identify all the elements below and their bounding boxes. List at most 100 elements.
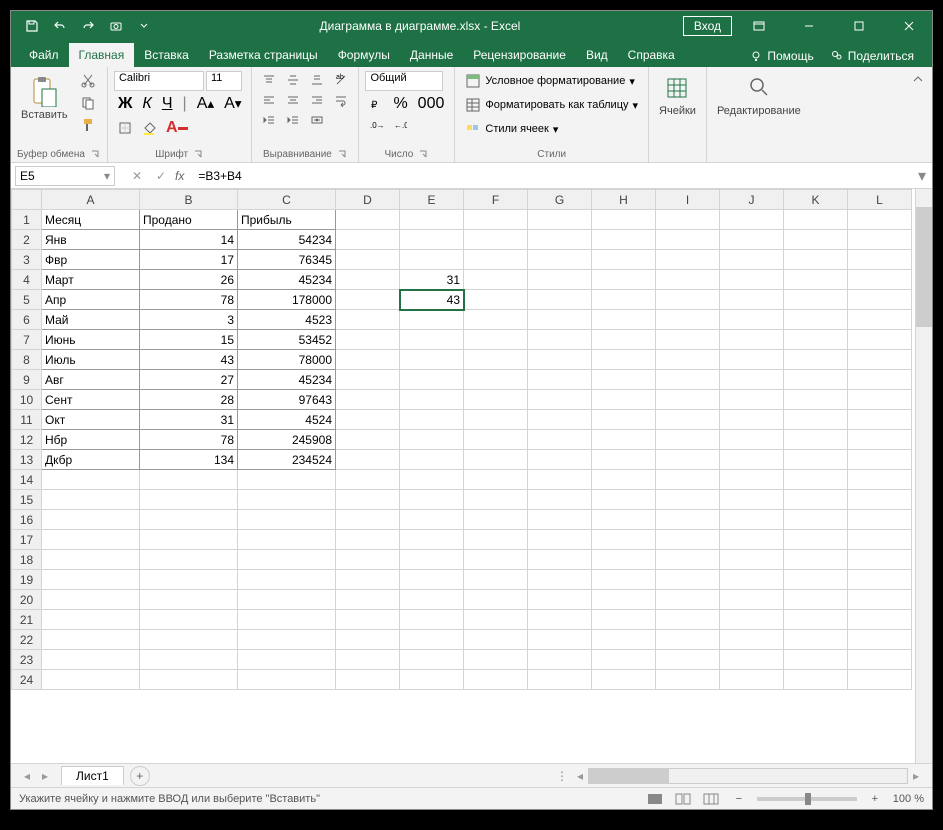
cell[interactable] [848,550,912,570]
cell[interactable] [720,570,784,590]
format-painter-button[interactable] [76,115,100,135]
row-header[interactable]: 2 [12,230,42,250]
cell[interactable] [720,350,784,370]
cell[interactable]: 28 [140,390,238,410]
cell[interactable] [848,510,912,530]
zoom-handle[interactable] [805,793,811,805]
cell[interactable] [848,470,912,490]
cell[interactable] [336,230,400,250]
cell[interactable] [528,550,592,570]
cut-button[interactable] [76,71,100,91]
align-middle-button[interactable] [282,71,304,89]
col-header[interactable]: F [464,190,528,210]
format-table-button[interactable]: Форматировать как таблицу ▾ [461,95,642,115]
cell[interactable] [140,490,238,510]
hscroll-right[interactable]: ▸ [908,768,924,784]
cell[interactable] [400,590,464,610]
cell[interactable] [592,330,656,350]
save-icon[interactable] [19,13,45,39]
cell[interactable]: 3 [140,310,238,330]
row-header[interactable]: 9 [12,370,42,390]
sheet-nav-next[interactable]: ▸ [37,768,53,784]
tab-home[interactable]: Главная [69,43,135,67]
cell[interactable] [400,610,464,630]
cell[interactable]: Дкбр [42,450,140,470]
cell[interactable] [140,510,238,530]
tab-review[interactable]: Рецензирование [463,43,576,67]
scrollbar-thumb[interactable] [916,207,932,327]
col-header[interactable]: I [656,190,720,210]
cell[interactable]: 26 [140,270,238,290]
cell[interactable] [400,650,464,670]
cell[interactable] [238,530,336,550]
cell[interactable] [528,610,592,630]
cell[interactable] [140,670,238,690]
horizontal-scrollbar[interactable] [588,768,908,784]
cell[interactable] [464,590,528,610]
cell[interactable] [592,490,656,510]
cell[interactable] [592,230,656,250]
cell[interactable] [720,230,784,250]
name-box[interactable]: E5▾ [15,166,115,186]
row-header[interactable]: 24 [12,670,42,690]
cell[interactable] [140,470,238,490]
cell[interactable] [464,490,528,510]
zoom-slider[interactable] [757,797,857,801]
cell[interactable] [238,470,336,490]
cell[interactable] [592,670,656,690]
cell[interactable]: 78 [140,430,238,450]
cell[interactable] [400,330,464,350]
merge-button[interactable] [306,111,328,129]
cell[interactable] [140,570,238,590]
row-header[interactable]: 23 [12,650,42,670]
cell[interactable] [848,650,912,670]
cell[interactable] [848,330,912,350]
cell[interactable] [464,530,528,550]
cell[interactable] [464,210,528,230]
cell[interactable] [238,590,336,610]
cell[interactable] [848,270,912,290]
cell[interactable]: 4524 [238,410,336,430]
cell[interactable] [656,530,720,550]
normal-view-button[interactable] [645,791,665,807]
expand-formula-bar-button[interactable]: ▾ [912,166,932,186]
cell[interactable] [720,270,784,290]
page-break-view-button[interactable] [701,791,721,807]
cell[interactable] [784,230,848,250]
cell[interactable]: Авг [42,370,140,390]
cell[interactable] [784,550,848,570]
cell[interactable] [656,510,720,530]
cell[interactable] [400,370,464,390]
cell[interactable] [238,570,336,590]
cell[interactable]: Март [42,270,140,290]
cell[interactable] [656,370,720,390]
cell[interactable] [42,490,140,510]
cell[interactable] [336,310,400,330]
cell[interactable] [528,570,592,590]
cell[interactable] [336,250,400,270]
cell[interactable] [592,550,656,570]
cell[interactable] [400,250,464,270]
cell[interactable] [784,570,848,590]
cell[interactable] [140,610,238,630]
cell[interactable] [848,630,912,650]
cell[interactable] [140,590,238,610]
cell[interactable]: 15 [140,330,238,350]
row-header[interactable]: 8 [12,350,42,370]
cell[interactable] [140,650,238,670]
cell[interactable] [656,210,720,230]
increase-indent-button[interactable] [282,111,304,129]
cell[interactable] [140,550,238,570]
cell[interactable] [336,630,400,650]
cell[interactable]: 245908 [238,430,336,450]
maximize-button[interactable] [836,11,882,41]
vertical-scrollbar[interactable] [915,189,932,763]
tab-data[interactable]: Данные [400,43,463,67]
cell[interactable] [720,530,784,550]
cell[interactable]: 54234 [238,230,336,250]
row-header[interactable]: 6 [12,310,42,330]
cell[interactable] [656,290,720,310]
cell[interactable] [784,350,848,370]
cell[interactable] [720,670,784,690]
conditional-format-button[interactable]: Условное форматирование ▾ [461,71,638,91]
